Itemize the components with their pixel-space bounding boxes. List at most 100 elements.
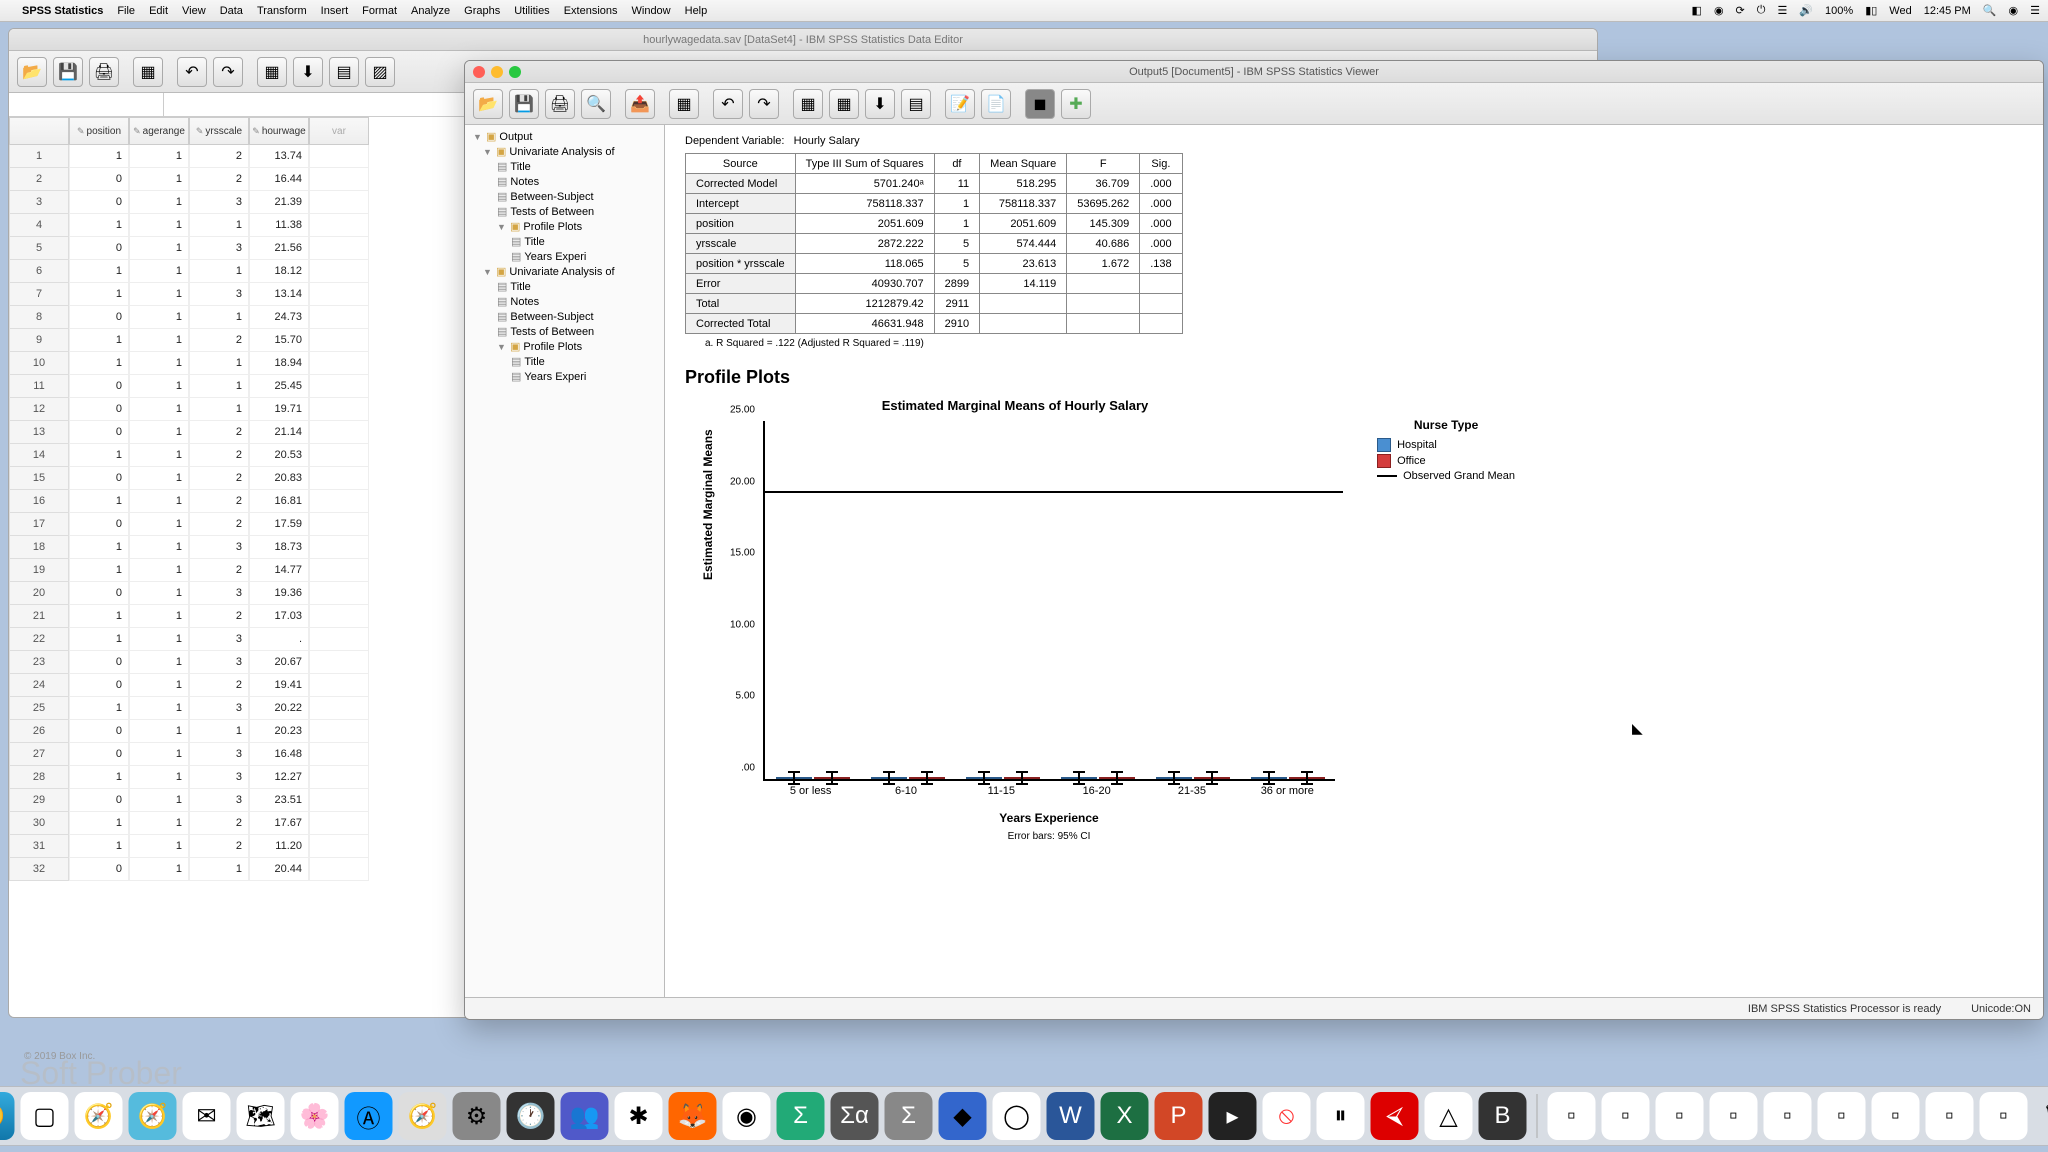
row-header[interactable]: 24 (9, 674, 69, 697)
app-icon[interactable]: ◯ (993, 1092, 1041, 1140)
safari-icon[interactable]: 🧭 (75, 1092, 123, 1140)
print-icon[interactable]: 🖨 (545, 89, 575, 119)
data-cell[interactable]: 17.67 (249, 812, 309, 835)
data-cell[interactable] (309, 605, 369, 628)
cell-reference[interactable] (9, 93, 164, 116)
slack-icon[interactable]: ✱ (615, 1092, 663, 1140)
acrobat-icon[interactable]: ⮘ (1371, 1092, 1419, 1140)
status-icon[interactable]: ⟳ (1736, 4, 1745, 17)
data-cell[interactable]: 19.71 (249, 398, 309, 421)
outline-root[interactable]: ▼▣Output (469, 129, 660, 144)
data-cell[interactable]: 11.38 (249, 214, 309, 237)
data-cell[interactable]: 1 (69, 812, 129, 835)
data-cell[interactable] (309, 835, 369, 858)
data-cell[interactable]: 1 (129, 743, 189, 766)
data-cell[interactable] (309, 628, 369, 651)
data-cell[interactable]: 2 (189, 605, 249, 628)
chrome-icon[interactable]: ◉ (723, 1092, 771, 1140)
appstore-icon[interactable]: Ⓐ (345, 1092, 393, 1140)
data-cell[interactable]: 0 (69, 651, 129, 674)
designate-icon[interactable]: ◼ (1025, 89, 1055, 119)
data-cell[interactable]: 2 (189, 490, 249, 513)
data-cell[interactable] (309, 191, 369, 214)
print-icon[interactable]: 🖨 (89, 57, 119, 87)
edit-icon[interactable]: 📝 (945, 89, 975, 119)
data-cell[interactable]: 17.59 (249, 513, 309, 536)
data-cell[interactable]: 1 (129, 444, 189, 467)
data-cell[interactable]: 1 (189, 306, 249, 329)
data-cell[interactable] (309, 421, 369, 444)
data-cell[interactable]: 3 (189, 697, 249, 720)
data-cell[interactable]: 1 (129, 352, 189, 375)
data-cell[interactable] (309, 237, 369, 260)
menu-file[interactable]: File (117, 5, 135, 17)
data-cell[interactable]: 1 (129, 306, 189, 329)
data-cell[interactable]: 1 (129, 168, 189, 191)
column-header[interactable]: ✎yrsscale (189, 117, 249, 145)
data-cell[interactable]: 1 (129, 835, 189, 858)
data-cell[interactable]: 1 (129, 628, 189, 651)
menu-help[interactable]: Help (685, 5, 708, 17)
data-cell[interactable]: 1 (69, 835, 129, 858)
data-cell[interactable]: 0 (69, 398, 129, 421)
output-titlebar[interactable]: Output5 [Document5] - IBM SPSS Statistic… (465, 61, 2043, 83)
data-cell[interactable]: 0 (69, 306, 129, 329)
outline-node[interactable]: ▼▣Profile Plots (469, 219, 660, 234)
data-cell[interactable]: 21.56 (249, 237, 309, 260)
save-icon[interactable]: 💾 (509, 89, 539, 119)
data-cell[interactable]: 12.27 (249, 766, 309, 789)
news-icon[interactable]: ⦸ (1263, 1092, 1311, 1140)
doc-icon[interactable]: ▫ (1548, 1092, 1596, 1140)
outline-node[interactable]: ▤Tests of Between (469, 204, 660, 219)
menu-edit[interactable]: Edit (149, 5, 168, 17)
data-cell[interactable]: 14.77 (249, 559, 309, 582)
data-cell[interactable]: 1 (129, 214, 189, 237)
data-cell[interactable]: 24.73 (249, 306, 309, 329)
data-cell[interactable]: 1 (129, 145, 189, 168)
data-cell[interactable] (309, 582, 369, 605)
row-header[interactable]: 14 (9, 444, 69, 467)
outline-node[interactable]: ▤Title (469, 234, 660, 249)
data-cell[interactable]: 19.36 (249, 582, 309, 605)
data-cell[interactable]: 2 (189, 444, 249, 467)
row-header[interactable]: 20 (9, 582, 69, 605)
mail-icon[interactable]: ✉ (183, 1092, 231, 1140)
row-header[interactable]: 15 (9, 467, 69, 490)
profile-chart[interactable]: Estimated Marginal Means of Hourly Salar… (695, 398, 1335, 842)
select-icon[interactable]: ⬇ (865, 89, 895, 119)
data-cell[interactable]: 1 (69, 766, 129, 789)
data-cell[interactable]: 20.22 (249, 697, 309, 720)
data-cell[interactable]: 1 (69, 536, 129, 559)
data-cell[interactable] (309, 766, 369, 789)
row-header[interactable]: 7 (9, 283, 69, 306)
data-cell[interactable]: 3 (189, 766, 249, 789)
row-header[interactable]: 32 (9, 858, 69, 881)
data-cell[interactable]: 2 (189, 329, 249, 352)
app-icon[interactable]: △ (1425, 1092, 1473, 1140)
data-cell[interactable]: 1 (129, 858, 189, 881)
teams-icon[interactable]: 👥 (561, 1092, 609, 1140)
status-icon[interactable]: ◉ (1714, 4, 1724, 17)
find-icon[interactable]: ▨ (365, 57, 395, 87)
data-cell[interactable]: 15.70 (249, 329, 309, 352)
data-cell[interactable]: 2 (189, 421, 249, 444)
data-cell[interactable]: 1 (69, 605, 129, 628)
maps-icon[interactable]: 🗺 (237, 1092, 285, 1140)
excel-icon[interactable]: X (1101, 1092, 1149, 1140)
spotlight-icon[interactable]: 🔍 (1983, 4, 1997, 17)
data-cell[interactable] (309, 398, 369, 421)
powerpoint-icon[interactable]: P (1155, 1092, 1203, 1140)
outline-node[interactable]: ▤Title (469, 279, 660, 294)
outline-node[interactable]: ▤Tests of Between (469, 324, 660, 339)
menu-utilities[interactable]: Utilities (514, 5, 549, 17)
data-cell[interactable] (309, 168, 369, 191)
data-cell[interactable] (309, 214, 369, 237)
data-cell[interactable]: 18.94 (249, 352, 309, 375)
app-icon[interactable]: B (1479, 1092, 1527, 1140)
data-cell[interactable]: 3 (189, 743, 249, 766)
data-cell[interactable]: 1 (69, 260, 129, 283)
column-header[interactable]: var (309, 117, 369, 145)
safari-icon[interactable]: 🧭 (399, 1092, 447, 1140)
data-cell[interactable]: 0 (69, 582, 129, 605)
data-cell[interactable]: 0 (69, 168, 129, 191)
